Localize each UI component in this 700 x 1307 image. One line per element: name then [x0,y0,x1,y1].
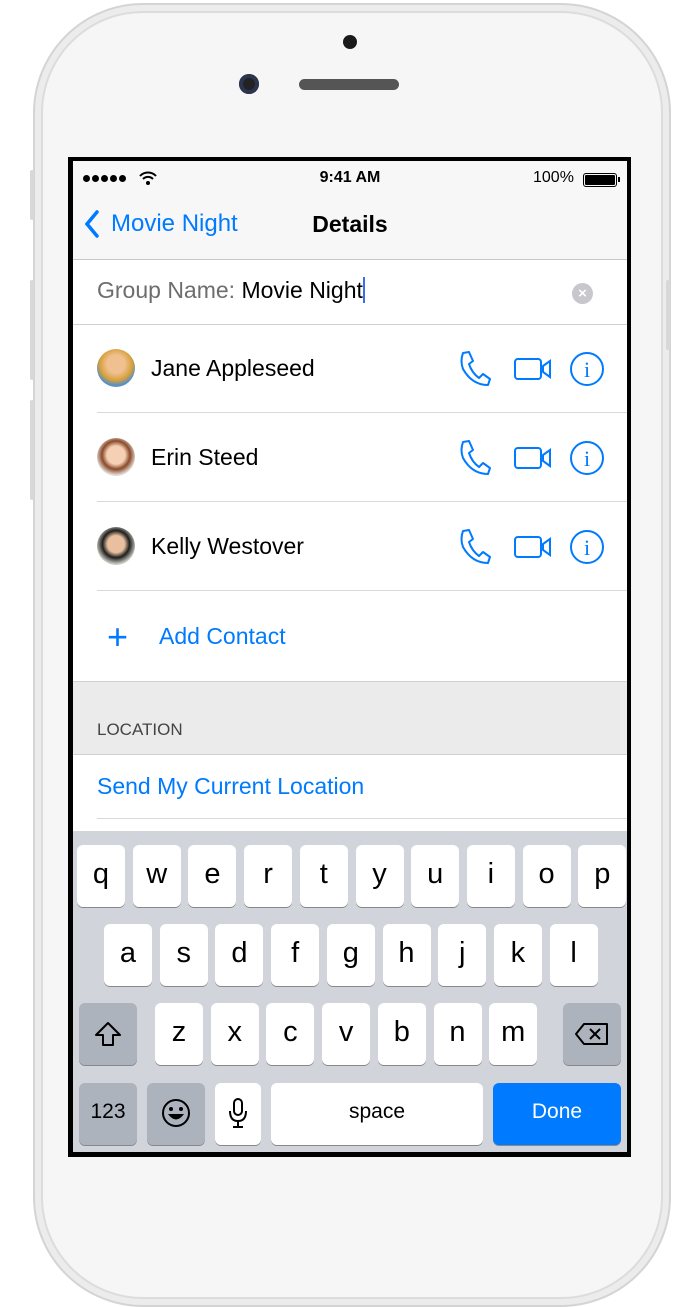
power-button [666,280,670,350]
shift-icon [95,1022,121,1046]
mute-switch [30,170,34,220]
emoji-key[interactable] [147,1083,205,1145]
key-b[interactable]: b [377,1003,426,1065]
contact-name: Erin Steed [151,444,259,470]
earpiece-speaker [299,79,399,90]
key-r[interactable]: r [244,845,293,907]
volume-up-button [30,280,34,380]
key-w[interactable]: w [132,845,181,907]
send-location-button[interactable]: Send My Current Location [97,773,364,800]
volume-down-button [30,400,34,500]
video-camera-icon[interactable] [513,444,553,472]
key-l[interactable]: l [549,924,598,986]
plus-icon: + [107,616,129,657]
divider [97,818,627,819]
keyboard: 123 space Done qwertyuiop asdfghjkl zxcvbn… [73,831,627,1152]
group-name-label: Group Name: [97,277,236,303]
info-icon[interactable]: i [569,351,605,387]
divider [97,412,627,413]
contact-row[interactable]: Kelly Westover i [73,503,627,591]
key-j[interactable]: j [438,924,487,986]
backspace-icon [575,1023,608,1045]
phone-icon[interactable] [457,349,493,389]
contact-name: Kelly Westover [151,533,304,559]
key-g[interactable]: g [326,924,375,986]
svg-text:i: i [584,357,590,382]
navigation-bar: 9:41 AM 100% Movie Night Details [73,161,627,260]
key-k[interactable]: k [493,924,542,986]
key-z[interactable]: z [155,1003,203,1065]
svg-text:i: i [584,535,590,560]
emoji-icon [162,1099,190,1127]
phone-icon[interactable] [457,527,493,567]
key-c[interactable]: c [266,1003,315,1065]
key-q[interactable]: q [77,845,125,907]
key-s[interactable]: s [159,924,208,986]
battery-percent: 100% [533,169,574,186]
info-icon[interactable]: i [569,440,605,476]
divider [97,501,627,502]
key-d[interactable]: d [215,924,264,986]
add-contact-button[interactable]: + Add Contact [73,593,627,681]
shift-key[interactable] [79,1003,137,1065]
key-e[interactable]: e [188,845,237,907]
key-y[interactable]: y [355,845,404,907]
key-u[interactable]: u [411,845,460,907]
battery-icon [583,173,620,187]
key-p[interactable]: p [578,845,627,907]
clear-text-button[interactable]: × [572,283,593,304]
key-x[interactable]: x [210,1003,259,1065]
avatar [97,438,135,476]
group-name-field[interactable]: Group Name: Movie Night [97,277,365,304]
group-name-value: Movie Night [241,277,363,303]
done-key[interactable]: Done [493,1083,621,1145]
key-h[interactable]: h [382,924,431,986]
add-contact-label: Add Contact [159,623,286,649]
front-camera [239,74,259,94]
video-camera-icon[interactable] [513,355,553,383]
contact-row[interactable]: Jane Appleseed i [73,325,627,413]
contact-name: Jane Appleseed [151,355,315,381]
contact-row[interactable]: Erin Steed i [73,414,627,502]
key-f[interactable]: f [271,924,320,986]
numbers-key[interactable]: 123 [79,1083,137,1145]
key-m[interactable]: m [489,1003,538,1065]
location-section-header: LOCATION [73,681,627,755]
info-icon[interactable]: i [569,529,605,565]
divider [97,590,627,591]
svg-text:i: i [584,446,590,471]
key-a[interactable]: a [104,924,152,986]
key-t[interactable]: t [299,845,348,907]
key-o[interactable]: o [522,845,571,907]
video-camera-icon[interactable] [513,533,553,561]
avatar [97,349,135,387]
key-n[interactable]: n [433,1003,482,1065]
display: 9:41 AM 100% Movie Night Details Group N… [73,161,627,1152]
dictation-key[interactable] [215,1083,261,1145]
key-i[interactable]: i [466,845,515,907]
avatar [97,527,135,565]
proximity-sensor [343,35,357,49]
text-cursor [362,277,365,303]
space-key[interactable]: space [271,1083,483,1145]
phone-icon[interactable] [457,438,493,478]
section-title: LOCATION [97,720,183,739]
page-title: Details [312,211,388,237]
microphone-icon [229,1098,247,1128]
delete-key[interactable] [563,1003,621,1065]
key-v[interactable]: v [322,1003,371,1065]
